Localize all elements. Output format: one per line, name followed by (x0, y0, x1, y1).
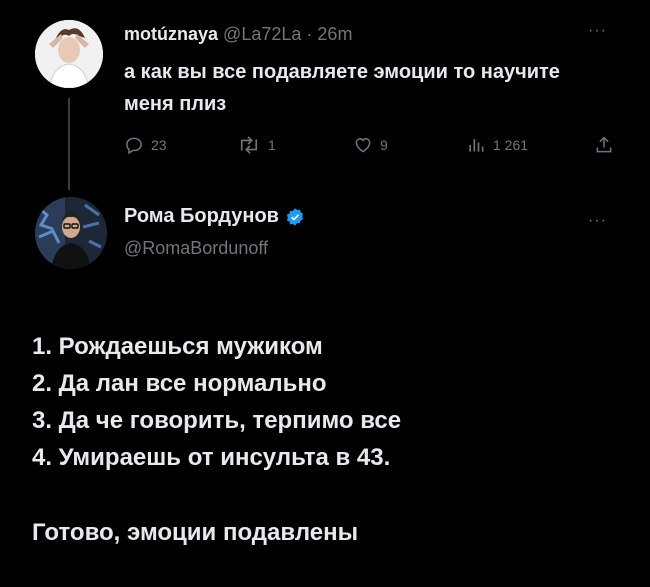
retweet-button[interactable]: 1 (237, 135, 276, 155)
tweet1-time[interactable]: 26m (317, 24, 352, 44)
tweet2-closing: Готово, эмоции подавлены (32, 519, 359, 546)
like-button[interactable]: 9 (353, 135, 388, 155)
tweet1-separator: · (306, 24, 313, 44)
share-icon (596, 136, 612, 153)
more-icon[interactable]: ··· (588, 212, 607, 230)
tweet2-author: Рома Бордунов (124, 205, 305, 228)
tweet1-text: а как вы все подавляете эмоции то научит… (124, 61, 560, 115)
tweet1-author-handle[interactable]: @La72La (223, 24, 301, 44)
retweet-icon (240, 136, 258, 154)
tweet2-line: 1. Рождаешься мужиком (32, 333, 323, 360)
retweet-count: 1 (268, 137, 276, 153)
reply-button[interactable]: 23 (124, 135, 167, 155)
tweet2-author-handle[interactable]: @RomaBordunoff (124, 238, 268, 259)
reply-icon (126, 137, 142, 155)
tweet1-author-name[interactable]: motúznaya (124, 24, 218, 44)
tweet2-line: 3. Да че говорить, терпимо все (32, 407, 402, 434)
views-icon (469, 139, 484, 152)
more-icon[interactable]: ··· (588, 22, 607, 40)
tweet1-header: motúznaya @La72La · 26m (124, 24, 352, 45)
avatar-roma-bordunov[interactable] (35, 197, 107, 269)
heart-icon (355, 137, 371, 153)
thread-line (68, 98, 70, 190)
avatar-image (35, 197, 107, 269)
tweet2-line: 2. Да лан все нормально (32, 370, 327, 397)
views-button[interactable]: 1 261 (466, 135, 528, 155)
tweet2-text: 1. Рождаешься мужиком 2. Да лан все норм… (32, 328, 622, 551)
views-count: 1 261 (493, 137, 529, 153)
verified-badge-icon (286, 207, 304, 226)
share-button[interactable] (594, 135, 614, 155)
tweet2-author-name[interactable]: Рома Бордунов (124, 205, 279, 228)
avatar-image (35, 20, 103, 88)
avatar-motuznaya[interactable] (35, 20, 103, 88)
reply-count: 23 (151, 137, 167, 153)
tweet2-line: 4. Умираешь от инсульта в 43. (32, 444, 391, 471)
like-count: 9 (380, 137, 388, 153)
